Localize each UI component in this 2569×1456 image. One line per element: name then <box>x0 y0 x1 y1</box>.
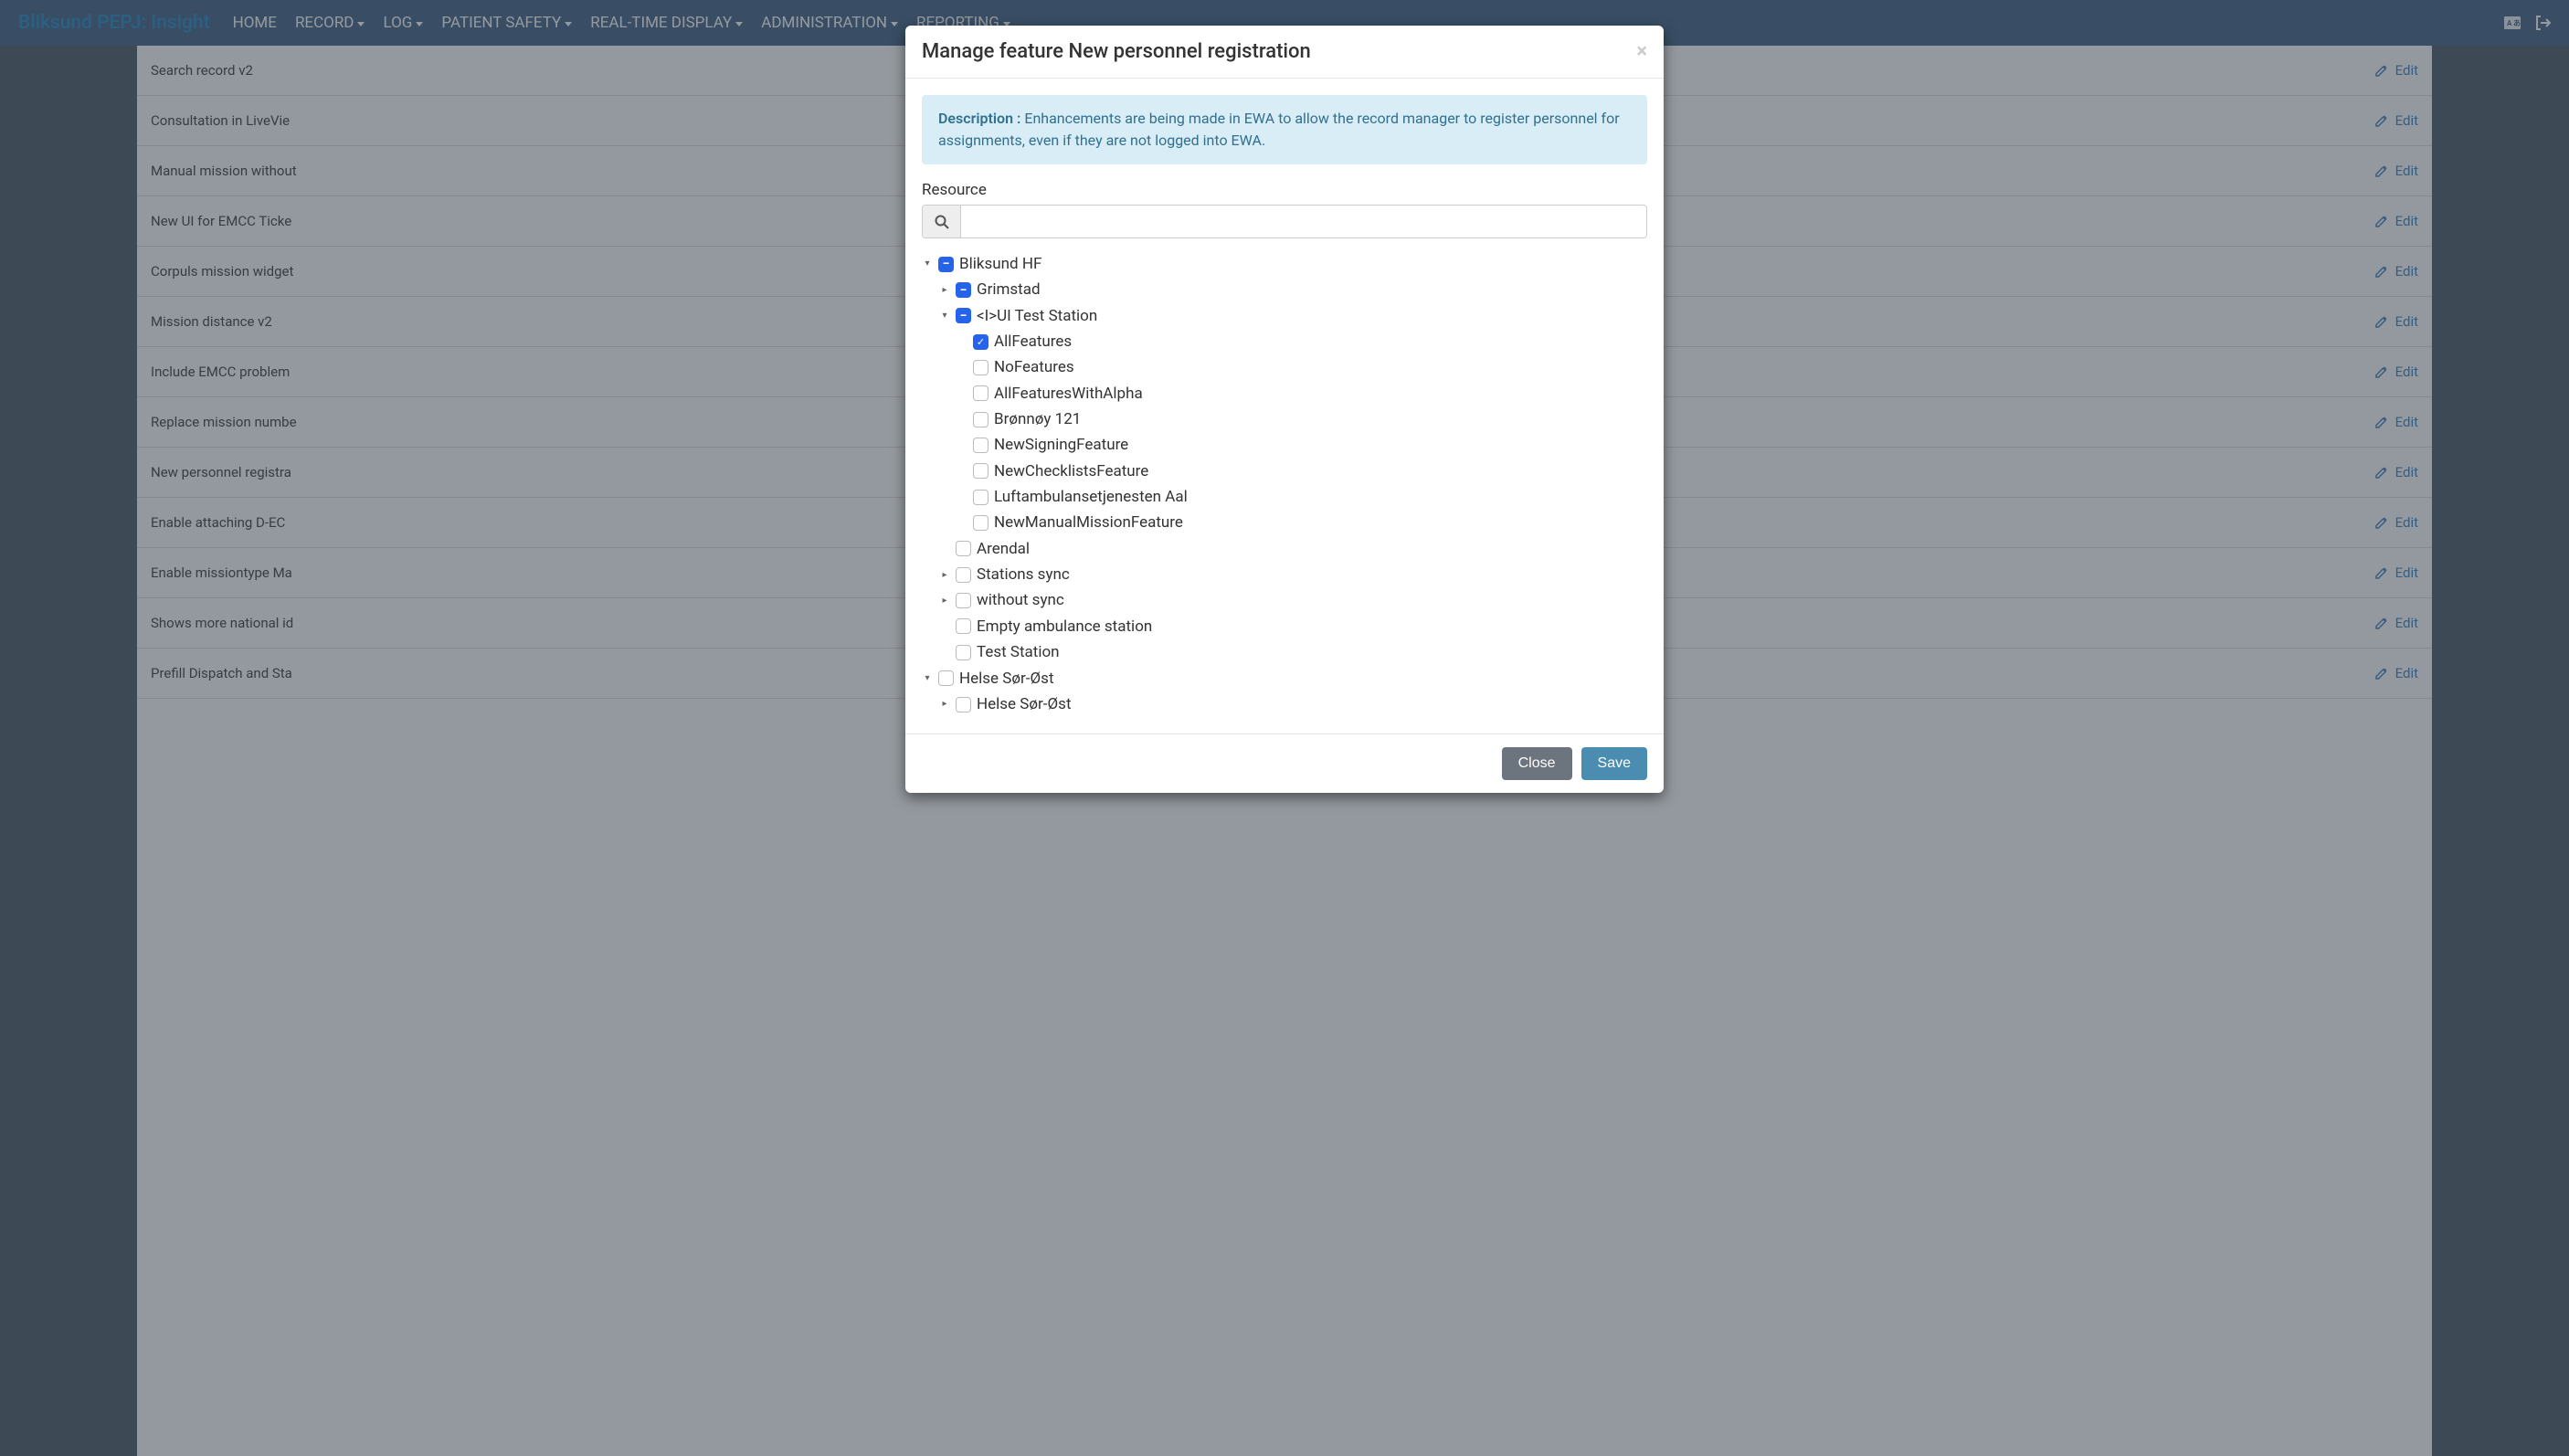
description-alert: Description : Enhancements are being mad… <box>922 95 1647 164</box>
close-button[interactable]: Close <box>1502 747 1572 780</box>
tree-node-helse-sor-ost[interactable]: ▾ Helse Sør-Øst <box>922 666 1647 691</box>
checkbox-empty-icon[interactable] <box>956 697 971 712</box>
checkbox-partial-icon[interactable]: − <box>956 308 971 323</box>
tree-node-label: Helse Sør-Øst <box>959 667 1054 691</box>
checkbox-empty-icon[interactable] <box>973 515 988 531</box>
chevron-right-icon[interactable]: ▸ <box>939 569 950 580</box>
checkbox-empty-icon[interactable] <box>956 645 971 660</box>
checkbox-empty-icon[interactable] <box>938 670 954 686</box>
tree-leaf[interactable]: NewChecklistsFeature <box>957 459 1647 484</box>
tree-node-arendal[interactable]: Arendal <box>939 536 1647 562</box>
tree-leaf[interactable]: AllFeaturesWithAlpha <box>957 381 1647 406</box>
tree-node-bliksund-hf[interactable]: ▾ − Bliksund HF <box>922 251 1647 277</box>
tree-node-label: Grimstad <box>977 278 1041 301</box>
modal-header: Manage feature New personnel registratio… <box>905 26 1664 79</box>
chevron-right-icon[interactable]: ▸ <box>939 596 950 607</box>
tree-node-stations-sync[interactable]: ▸ Stations sync <box>939 562 1647 587</box>
tree-leaf-label: NewChecklistsFeature <box>994 459 1148 483</box>
checkbox-partial-icon[interactable]: − <box>938 257 954 272</box>
tree-leaf-label: AllFeatures <box>994 330 1072 353</box>
tree-leaf-label: NewSigningFeature <box>994 433 1128 457</box>
checkbox-empty-icon[interactable] <box>973 438 988 453</box>
chevron-right-icon[interactable]: ▸ <box>939 285 950 296</box>
modal-dialog: Manage feature New personnel registratio… <box>905 26 1664 793</box>
checkbox-empty-icon[interactable] <box>956 567 971 583</box>
tree-leaf-label: Luftambulansetjenesten Aal <box>994 485 1188 509</box>
checkbox-empty-icon[interactable] <box>973 490 988 505</box>
tree-leaf[interactable]: Luftambulansetjenesten Aal <box>957 484 1647 510</box>
checkbox-empty-icon[interactable] <box>973 463 988 479</box>
tree-node-label: Helse Sør-Øst <box>977 692 1072 716</box>
tree-node-label: Test Station <box>977 640 1060 664</box>
tree-leaf[interactable]: NoFeatures <box>957 354 1647 380</box>
resource-search-input[interactable] <box>961 206 1646 237</box>
tree-node-test-station[interactable]: Test Station <box>939 639 1647 665</box>
tree-leaf-label: AllFeaturesWithAlpha <box>994 382 1143 406</box>
resource-tree: ▾ − Bliksund HF ▸ − Grimstad ▾ − <box>922 251 1647 717</box>
close-icon[interactable]: × <box>1636 42 1647 62</box>
resource-label: Resource <box>922 181 1647 199</box>
checkbox-empty-icon[interactable] <box>973 385 988 401</box>
description-label: Description : <box>938 110 1020 127</box>
chevron-down-icon[interactable]: ▾ <box>922 258 933 269</box>
tree-node-ui-test-station[interactable]: ▾ − <I>UI Test Station <box>939 303 1647 329</box>
tree-node-label: Empty ambulance station <box>977 615 1152 638</box>
tree-node-label: Bliksund HF <box>959 252 1041 276</box>
checkbox-empty-icon[interactable] <box>956 618 971 634</box>
tree-node-label: <I>UI Test Station <box>977 304 1097 328</box>
tree-node-label: without sync <box>977 588 1064 612</box>
chevron-right-icon[interactable]: ▸ <box>939 699 950 710</box>
checkbox-empty-icon[interactable] <box>973 360 988 375</box>
tree-leaf[interactable]: Brønnøy 121 <box>957 406 1647 432</box>
checkbox-empty-icon[interactable] <box>956 541 971 556</box>
tree-node-helse-sor-ost-child[interactable]: ▸ Helse Sør-Øst <box>939 691 1647 717</box>
chevron-down-icon[interactable]: ▾ <box>939 311 950 322</box>
tree-leaf-label: Brønnøy 121 <box>994 407 1081 431</box>
modal-footer: Close Save <box>905 733 1664 793</box>
tree-leaf[interactable]: NewSigningFeature <box>957 432 1647 458</box>
modal-title: Manage feature New personnel registratio… <box>922 40 1311 63</box>
tree-leaf-label: NewManualMissionFeature <box>994 511 1183 534</box>
checkbox-empty-icon[interactable] <box>973 412 988 427</box>
checkbox-checked-icon[interactable]: ✓ <box>973 334 988 350</box>
tree-node-label: Arendal <box>977 537 1030 561</box>
search-icon <box>923 206 961 237</box>
tree-node-empty-ambulance[interactable]: Empty ambulance station <box>939 614 1647 639</box>
tree-leaf-label: NoFeatures <box>994 355 1074 379</box>
tree-leaf[interactable]: NewManualMissionFeature <box>957 510 1647 535</box>
description-text: Enhancements are being made in EWA to al… <box>938 110 1620 149</box>
modal-body: Description : Enhancements are being mad… <box>905 79 1664 733</box>
modal-overlay: Manage feature New personnel registratio… <box>0 0 2569 1456</box>
tree-node-label: Stations sync <box>977 563 1070 586</box>
tree-leaf[interactable]: ✓ AllFeatures <box>957 329 1647 354</box>
checkbox-empty-icon[interactable] <box>956 593 971 608</box>
resource-search-group <box>922 205 1647 238</box>
chevron-down-icon[interactable]: ▾ <box>922 673 933 684</box>
checkbox-partial-icon[interactable]: − <box>956 282 971 298</box>
tree-node-grimstad[interactable]: ▸ − Grimstad <box>939 277 1647 302</box>
save-button[interactable]: Save <box>1581 747 1647 780</box>
tree-node-without-sync[interactable]: ▸ without sync <box>939 587 1647 613</box>
